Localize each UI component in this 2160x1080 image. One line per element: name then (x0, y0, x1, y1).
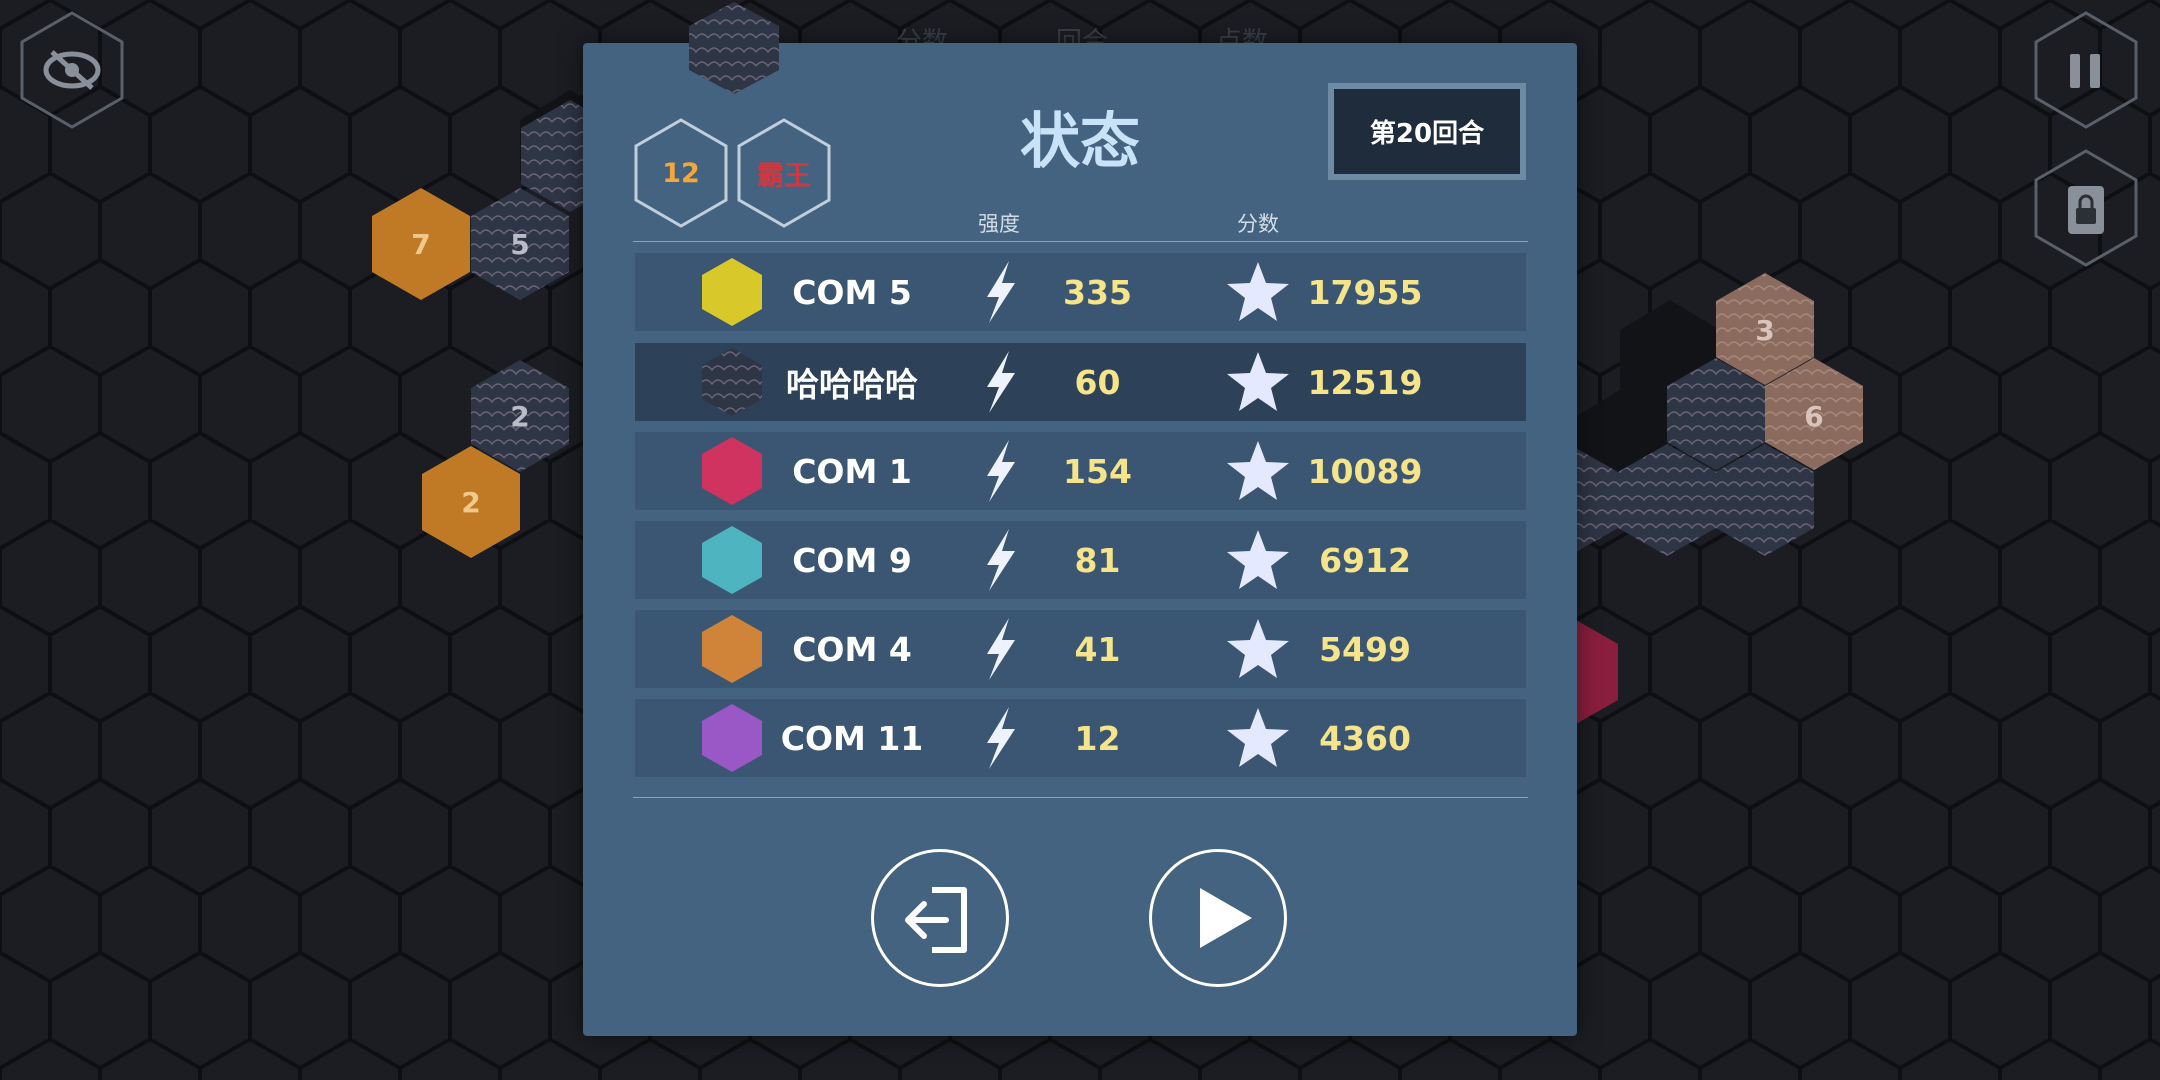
tile-label: 3 (1755, 314, 1774, 347)
player-row: COM 5 335 17955 (635, 253, 1526, 331)
lock-icon (2034, 149, 2138, 267)
tile-label: 7 (411, 228, 430, 261)
player-strength: 154 (1063, 451, 1132, 491)
player-score: 10089 (1307, 451, 1423, 491)
player-score: 5499 (1319, 629, 1411, 669)
player-row: COM 9 81 6912 (635, 521, 1526, 599)
player-score: 17955 (1307, 272, 1423, 312)
hide-view-button[interactable] (18, 10, 126, 130)
player-name: 哈哈哈哈 (786, 365, 918, 404)
exit-button[interactable] (871, 849, 1009, 987)
score-star-icon (1227, 262, 1289, 321)
eye-off-icon (20, 11, 124, 129)
player-strength: 60 (1074, 362, 1121, 402)
score-column-header: 分数 (1237, 212, 1279, 236)
player-row: COM 1 154 10089 (635, 432, 1526, 510)
strength-column-header: 强度 (978, 212, 1020, 236)
player-tile-preview (689, 2, 779, 94)
strength-icon (987, 261, 1015, 323)
player-name: COM 9 (792, 540, 912, 580)
play-button[interactable] (1149, 849, 1287, 987)
pause-icon (2034, 11, 2138, 129)
player-strength: 81 (1074, 540, 1121, 580)
tile-label: 2 (510, 400, 529, 433)
player-name: COM 4 (792, 629, 912, 669)
player-name: COM 1 (792, 451, 912, 491)
player-name: COM 5 (792, 272, 912, 312)
strength-icon (987, 440, 1015, 502)
player-score: 12519 (1307, 362, 1423, 402)
player-score: 4360 (1319, 718, 1411, 758)
round-indicator: 第20回合 (1328, 83, 1526, 180)
score-star-icon (1227, 530, 1289, 589)
play-icon (1200, 888, 1252, 948)
header-divider (633, 241, 1528, 242)
score-star-icon (1227, 441, 1289, 500)
score-star-icon (1227, 352, 1289, 411)
footer-divider (633, 797, 1528, 798)
strength-icon (987, 707, 1015, 769)
lock-button[interactable] (2032, 148, 2140, 268)
score-star-icon (1227, 619, 1289, 678)
tile-label: 5 (510, 228, 529, 261)
player-strength: 12 (1074, 718, 1121, 758)
player-strength: 41 (1074, 629, 1121, 669)
player-score: 6912 (1319, 540, 1411, 580)
player-row: 哈哈哈哈 60 12519 (635, 343, 1526, 421)
strength-icon (987, 618, 1015, 680)
strength-icon (987, 529, 1015, 591)
exit-icon (905, 887, 967, 953)
status-dialog: 12 霸王 状态 第20回合 强度 分数 COM 5 335 17955 哈哈哈哈 60… (583, 2, 1577, 1036)
player-name: COM 11 (780, 718, 924, 758)
player-row: COM 4 41 5499 (635, 610, 1526, 688)
score-star-icon (1227, 708, 1289, 767)
player-row: COM 11 12 4360 (635, 699, 1526, 777)
tile-label: 6 (1804, 400, 1823, 433)
pause-button[interactable] (2032, 10, 2140, 130)
strength-icon (987, 351, 1015, 413)
player-strength: 335 (1063, 272, 1132, 312)
tile-label: 2 (461, 486, 480, 519)
